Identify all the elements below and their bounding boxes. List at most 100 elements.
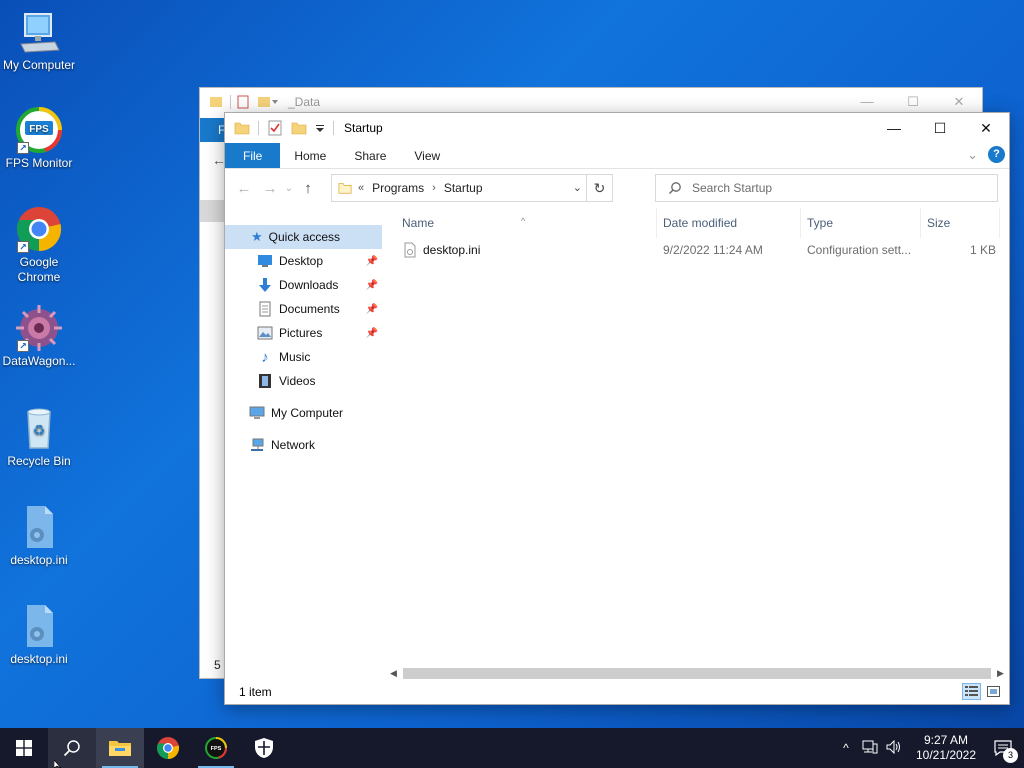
taskbar-windows-security[interactable]	[240, 728, 288, 768]
window-title: Startup	[344, 121, 383, 135]
column-divider[interactable]	[920, 208, 921, 238]
column-divider[interactable]	[999, 208, 1000, 238]
clock-date: 10/21/2022	[915, 748, 977, 762]
datawagon-icon: ↗	[15, 304, 63, 352]
volume-icon[interactable]	[882, 739, 906, 757]
nav-my-computer[interactable]: My Computer	[225, 401, 382, 425]
desktop-icon-fps-monitor[interactable]: FPS ↗ FPS Monitor	[0, 106, 78, 171]
desktop-icon-desktop-ini-2[interactable]: desktop.ini	[0, 602, 78, 667]
details-view-icon[interactable]	[962, 683, 981, 700]
new-folder-icon[interactable]	[291, 120, 307, 136]
properties-icon[interactable]	[267, 120, 283, 136]
pin-icon[interactable]: 📌	[366, 328, 378, 339]
column-header-size[interactable]: Size	[927, 216, 950, 230]
back-arrow-icon[interactable]: ←	[231, 180, 257, 197]
nav-network[interactable]: Network	[225, 433, 382, 457]
nav-item-label: Documents	[279, 302, 340, 316]
column-divider[interactable]	[656, 208, 657, 238]
nav-pictures[interactable]: Pictures 📌	[225, 321, 382, 345]
show-hidden-icons-chevron-icon[interactable]: ^	[834, 741, 858, 755]
address-dropdown-chevron-icon[interactable]: ⌄	[573, 181, 582, 194]
nav-item-label: Downloads	[279, 278, 339, 292]
search-box[interactable]: Search Startup	[655, 174, 998, 202]
nav-videos[interactable]: Videos	[225, 369, 382, 393]
desktop-icon-datawagon[interactable]: ↗ DataWagon...	[0, 304, 78, 369]
address-overflow-icon[interactable]: «	[358, 182, 364, 194]
nav-music[interactable]: ♪ Music	[225, 345, 382, 369]
titlebar: Startup — ☐ ✕	[225, 113, 1009, 143]
large-icons-view-icon[interactable]	[984, 683, 1003, 700]
settings-file-icon	[15, 602, 63, 650]
file-list: ^ Name Date modified Type Size desktop.i…	[385, 208, 1009, 663]
explorer-window[interactable]: Startup — ☐ ✕ File Home Share View ⌄ ? ←…	[224, 112, 1010, 705]
recycle-bin-icon: ♻	[15, 404, 63, 452]
desktop-icon-my-computer[interactable]: My Computer	[0, 8, 78, 73]
back-window-selected-row	[200, 200, 226, 222]
file-type: Configuration sett...	[807, 243, 912, 257]
pin-icon[interactable]: 📌	[366, 280, 378, 291]
star-icon: ★	[251, 229, 263, 244]
scrollbar-thumb[interactable]	[403, 668, 991, 679]
tab-share[interactable]: Share	[340, 143, 400, 168]
nav-desktop[interactable]: Desktop 📌	[225, 249, 382, 273]
action-center-button[interactable]: 3	[982, 728, 1024, 768]
pin-icon[interactable]: 📌	[366, 304, 378, 315]
customize-toolbar-chevron-icon[interactable]	[315, 120, 325, 136]
videos-icon	[259, 374, 271, 388]
fps-monitor-icon: FPS	[205, 737, 227, 759]
maximize-button[interactable]: ☐	[917, 113, 963, 143]
up-arrow-icon[interactable]: ↑	[295, 180, 321, 197]
expand-ribbon-chevron-icon[interactable]: ⌄	[967, 147, 978, 163]
desktop-icon-label: desktop.ini	[10, 553, 68, 567]
computer-icon	[249, 406, 265, 419]
pin-icon[interactable]: 📌	[366, 256, 378, 267]
column-header-name[interactable]: Name	[402, 216, 434, 230]
fps-monitor-icon: FPS ↗	[15, 106, 63, 154]
column-header-type[interactable]: Type	[807, 216, 833, 230]
breadcrumb-startup[interactable]: Startup	[444, 181, 483, 195]
taskbar-file-explorer[interactable]	[96, 728, 144, 768]
folder-icon	[338, 183, 352, 194]
table-row[interactable]: desktop.ini 9/2/2022 11:24 AM Configurat…	[385, 238, 1009, 262]
network-icon[interactable]	[858, 740, 882, 757]
close-button[interactable]: ✕	[963, 113, 1009, 143]
navigation-bar: ← → ⌄ ↑ « Programs › Startup ⌄ ↻ Search …	[225, 169, 1009, 207]
back-window-file-tab[interactable]: F	[200, 118, 226, 142]
sort-ascending-icon: ^	[521, 216, 526, 226]
nav-documents[interactable]: Documents 📌	[225, 297, 382, 321]
file-date-modified: 9/2/2022 11:24 AM	[663, 243, 763, 257]
status-bar: 1 item	[225, 680, 1009, 704]
breadcrumb-programs[interactable]: Programs	[372, 181, 424, 195]
desktop-icon-google-chrome[interactable]: ↗ Google Chrome	[0, 205, 78, 285]
mouse-cursor-icon	[54, 760, 62, 768]
chrome-icon: ↗	[15, 205, 63, 253]
minimize-button[interactable]: —	[871, 113, 917, 143]
column-headers: ^ Name Date modified Type Size	[385, 208, 1009, 238]
forward-arrow-icon[interactable]: →	[257, 180, 283, 197]
nav-quick-access[interactable]: ★ Quick access	[225, 225, 382, 249]
item-count: 1 item	[239, 685, 272, 699]
help-icon[interactable]: ?	[988, 146, 1005, 163]
taskbar-fps-monitor[interactable]: FPS	[192, 728, 240, 768]
recent-locations-chevron-icon[interactable]: ⌄	[283, 183, 295, 194]
start-button[interactable]	[0, 728, 48, 768]
clock[interactable]: 9:27 AM 10/21/2022	[910, 733, 982, 763]
desktop-icon-desktop-ini-1[interactable]: desktop.ini	[0, 503, 78, 568]
desktop-icon-recycle-bin[interactable]: ♻ Recycle Bin	[0, 404, 78, 469]
column-header-date-modified[interactable]: Date modified	[663, 216, 737, 230]
nav-item-label: Videos	[279, 374, 316, 388]
tab-view[interactable]: View	[400, 143, 454, 168]
refresh-icon[interactable]: ↻	[586, 175, 612, 201]
column-divider[interactable]	[800, 208, 801, 238]
music-icon: ♪	[261, 348, 269, 366]
taskbar-chrome[interactable]	[144, 728, 192, 768]
settings-file-icon	[404, 242, 416, 258]
nav-item-label: Network	[271, 438, 316, 452]
tab-file[interactable]: File	[225, 143, 281, 168]
nav-downloads[interactable]: Downloads 📌	[225, 273, 382, 297]
search-icon	[63, 740, 80, 757]
tab-home[interactable]: Home	[280, 143, 340, 168]
desktop-icon-label: DataWagon...	[2, 354, 76, 368]
address-bar[interactable]: « Programs › Startup ⌄ ↻	[331, 174, 613, 202]
breadcrumb-separator-icon[interactable]: ›	[432, 182, 436, 194]
